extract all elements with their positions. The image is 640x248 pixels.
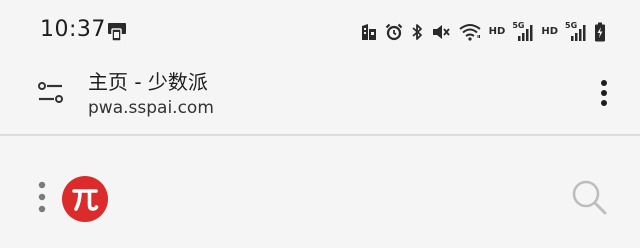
hd-label-2: HD (541, 26, 558, 37)
site-menu-icon[interactable] (34, 180, 50, 214)
bluetooth-icon (412, 24, 422, 40)
pi-glyph-icon (72, 189, 99, 211)
wifi-icon (459, 24, 481, 41)
signal-2-icon: 5G (565, 22, 587, 42)
sspai-logo[interactable] (62, 176, 108, 222)
browser-screen: 10:37 HD 5G HD 5G 主页 - 少数派 pwa.sspai.com (0, 0, 640, 248)
tune-icon[interactable] (38, 80, 64, 106)
more-vert-icon[interactable] (596, 78, 612, 108)
signal-1-icon: 5G (512, 22, 534, 42)
sim-manager-icon (361, 24, 376, 40)
browser-title-bar: 主页 - 少数派 pwa.sspai.com (0, 60, 640, 134)
screen-cast-icon (108, 23, 126, 42)
status-icons: HD 5G HD 5G (360, 20, 606, 44)
status-bar: 10:37 HD 5G HD 5G (0, 0, 640, 60)
alarm-icon (385, 23, 402, 41)
status-time: 10:37 (40, 17, 106, 42)
site-header (0, 136, 640, 248)
search-icon[interactable] (570, 178, 608, 216)
page-url[interactable]: pwa.sspai.com (88, 98, 214, 118)
mute-icon (432, 25, 450, 39)
hd-label-1: HD (488, 26, 506, 37)
page-title: 主页 - 少数派 (88, 70, 208, 94)
battery-charging-icon (595, 22, 605, 42)
